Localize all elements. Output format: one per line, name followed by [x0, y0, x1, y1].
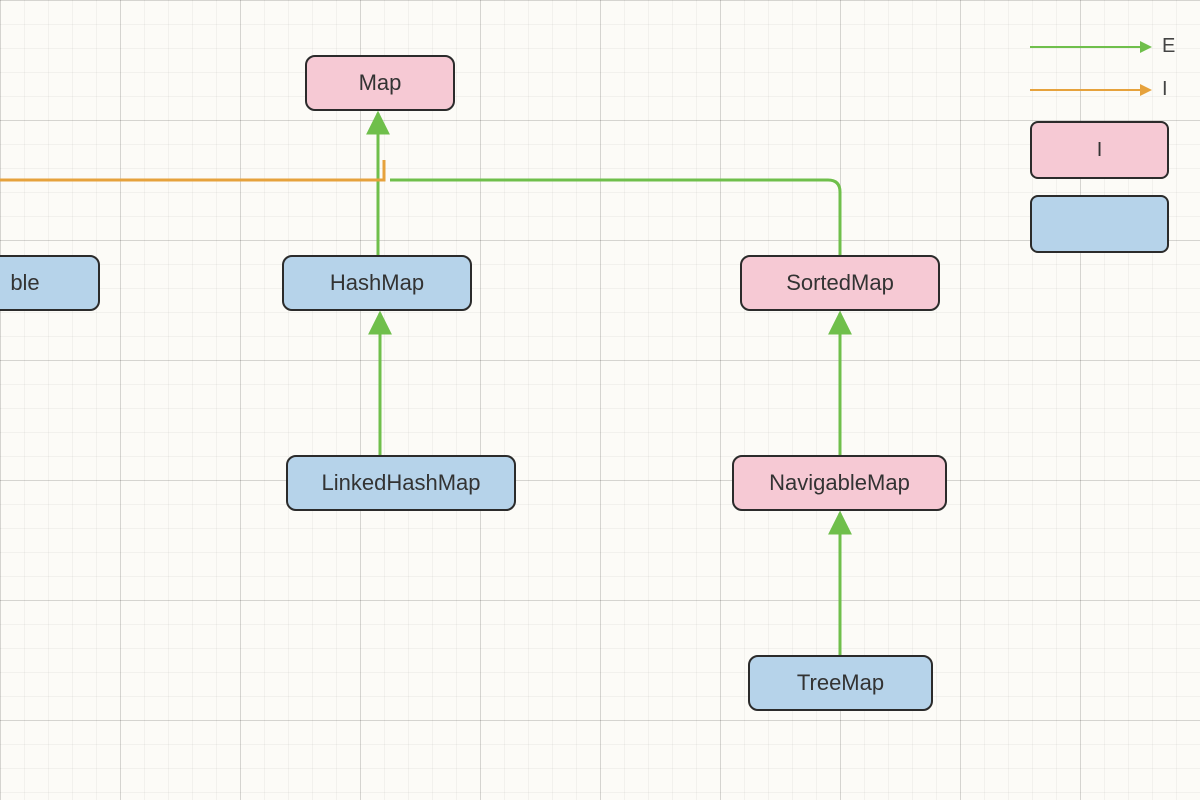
node-label: HashMap: [330, 270, 424, 296]
node-label: SortedMap: [786, 270, 894, 296]
node-label: Map: [359, 70, 402, 96]
legend-row-extends: E: [1030, 35, 1200, 58]
node-hashmap[interactable]: HashMap: [282, 255, 472, 311]
node-sortedmap[interactable]: SortedMap: [740, 255, 940, 311]
node-linkedhashmap[interactable]: LinkedHashMap: [286, 455, 516, 511]
legend-interface-swatch: I: [1030, 121, 1169, 179]
edge-hashtable-to-map: [0, 160, 384, 180]
legend-extends-label: E: [1162, 35, 1175, 58]
edge-sortedmap-to-map: [390, 180, 840, 255]
node-label: NavigableMap: [769, 470, 910, 496]
legend-implements-label: I: [1162, 78, 1168, 101]
extends-arrow-icon: [1030, 46, 1150, 48]
legend-class-swatch: [1030, 195, 1169, 253]
node-label: ble: [10, 270, 39, 296]
implements-arrow-icon: [1030, 89, 1150, 91]
node-hashtable[interactable]: ble: [0, 255, 100, 311]
diagram-canvas[interactable]: Map ble HashMap SortedMap LinkedHashMap …: [0, 0, 1200, 800]
connectors-layer: [0, 0, 1200, 800]
node-navigablemap[interactable]: NavigableMap: [732, 455, 947, 511]
legend: E I I: [1030, 35, 1200, 269]
node-label: LinkedHashMap: [322, 470, 481, 496]
legend-row-implements: I: [1030, 78, 1200, 101]
node-treemap[interactable]: TreeMap: [748, 655, 933, 711]
node-map[interactable]: Map: [305, 55, 455, 111]
legend-interface-label: I: [1097, 139, 1103, 162]
node-label: TreeMap: [797, 670, 884, 696]
